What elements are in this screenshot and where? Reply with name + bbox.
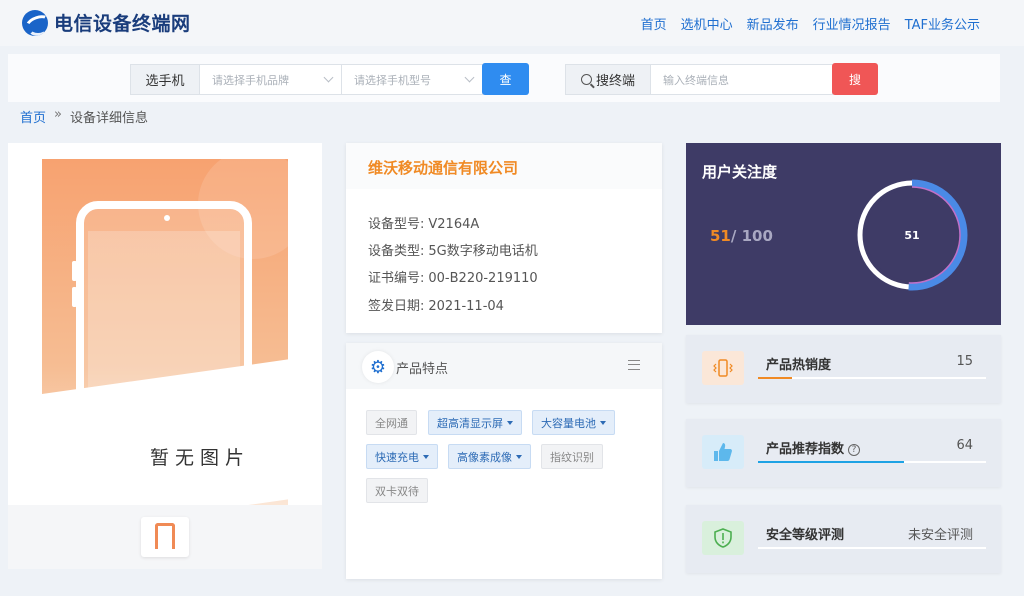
stat-value: 64	[956, 438, 973, 453]
top-header: 电信设备终端网 首页 选机中心 新品发布 行业情况报告 TAF业务公示	[0, 0, 1024, 46]
breadcrumb-current: 设备详细信息	[69, 111, 148, 126]
chevron-down-icon	[323, 72, 334, 83]
stat-label: 产品热销度	[766, 358, 832, 373]
info-key: 设备类型:	[368, 244, 425, 259]
stat-progress-track	[758, 461, 986, 463]
info-value: 2021-11-04	[428, 299, 504, 314]
nav-industry-report[interactable]: 行业情况报告	[813, 14, 891, 33]
search-strip: 选手机 请选择手机品牌 请选择手机型号 查 搜终端 输入终端信息 搜	[8, 54, 1000, 102]
nav-new-releases[interactable]: 新品发布	[747, 14, 799, 33]
feature-tag: 双卡双待	[366, 478, 428, 503]
terminal-search-input[interactable]: 输入终端信息	[650, 64, 833, 95]
main-nav: 首页 选机中心 新品发布 行业情况报告 TAF业务公示	[641, 14, 980, 33]
stat-progress-track	[758, 377, 986, 379]
feature-tag[interactable]: 大容量电池	[532, 410, 615, 435]
thumbnail-item[interactable]	[141, 517, 189, 557]
vibrating-phone-icon	[702, 351, 744, 385]
nav-home[interactable]: 首页	[641, 14, 667, 33]
feature-tag: 全网通	[366, 410, 417, 435]
stat-progress-fill	[758, 461, 904, 463]
attention-score-value: 51	[710, 227, 731, 245]
device-info-card: 维沃移动通信有限公司 设备型号: V2164A 设备类型: 5G数字移动电话机 证书…	[346, 143, 662, 333]
stat-card-security: 安全等级评测 未安全评测	[686, 505, 1001, 573]
features-header: ⚙ 产品特点	[346, 343, 662, 389]
info-row-model: 设备型号: V2164A	[368, 213, 479, 232]
info-row-date: 签发日期: 2021-11-04	[368, 295, 504, 314]
breadcrumb: 首页 » 设备详细信息	[20, 107, 148, 126]
gear-icon: ⚙	[362, 351, 394, 383]
query-button[interactable]: 查	[482, 63, 529, 95]
attention-title: 用户关注度	[702, 163, 778, 181]
info-value: V2164A	[428, 217, 480, 232]
feature-tag: 指纹识别	[541, 444, 603, 469]
stat-value: 15	[956, 354, 973, 369]
info-value: 5G数字移动电话机	[428, 244, 538, 259]
info-row-type: 设备类型: 5G数字移动电话机	[368, 240, 538, 259]
phone-camera-icon	[164, 215, 170, 221]
logo-text: 电信设备终端网	[54, 13, 191, 35]
company-name: 维沃移动通信有限公司	[346, 143, 662, 189]
ring-label: 51	[904, 228, 920, 242]
stat-label: 产品推荐指数?	[766, 438, 861, 457]
logo-mark-icon	[22, 9, 48, 36]
info-key: 签发日期:	[368, 299, 425, 314]
device-image-card: 暂无图片	[8, 143, 322, 569]
site-logo[interactable]: 电信设备终端网	[22, 9, 191, 36]
phone-label: 选手机	[130, 64, 200, 95]
feature-tag[interactable]: 高像素成像	[448, 444, 531, 469]
thumbnail-strip	[8, 505, 322, 569]
feature-tag[interactable]: 超高清显示屏	[428, 410, 522, 435]
stat-value: 未安全评测	[907, 528, 973, 543]
breadcrumb-home[interactable]: 首页	[20, 107, 46, 126]
stat-card-recommend: 产品推荐指数? 64	[686, 419, 1001, 487]
info-key: 证书编号:	[368, 271, 425, 286]
info-value: 00-B220-219110	[428, 271, 538, 286]
terminal-label: 搜终端	[565, 64, 651, 95]
nav-phone-center[interactable]: 选机中心	[681, 14, 733, 33]
info-row-certificate: 证书编号: 00-B220-219110	[368, 267, 538, 286]
stat-card-hot-sales: 产品热销度 15	[686, 335, 1001, 403]
attention-card: 用户关注度 51/ 100 51	[686, 143, 1001, 325]
caret-down-icon	[507, 420, 513, 425]
info-key: 设备型号:	[368, 217, 425, 232]
model-select-placeholder: 请选择手机型号	[354, 73, 431, 87]
attention-score: 51/ 100	[710, 227, 773, 245]
thumbnail-phone-icon	[155, 523, 175, 549]
brand-select[interactable]: 请选择手机品牌	[199, 64, 342, 95]
model-select[interactable]: 请选择手机型号	[341, 64, 483, 95]
terminal-label-text: 搜终端	[595, 74, 635, 89]
stat-progress-fill	[758, 377, 793, 379]
shield-alert-icon	[702, 521, 744, 555]
features-title: 产品特点	[396, 362, 449, 377]
thumbs-up-icon	[702, 435, 744, 469]
feature-tag[interactable]: 快速充电	[366, 444, 438, 469]
features-card: ⚙ 产品特点 全网通 超高清显示屏 大容量电池 快速充电 高像素成像 指纹识别 …	[346, 343, 662, 579]
attention-score-max: / 100	[730, 227, 773, 245]
caret-down-icon	[516, 454, 522, 459]
stat-label: 安全等级评测	[766, 528, 845, 543]
stat-progress-track	[758, 547, 986, 549]
menu-icon[interactable]	[628, 360, 640, 370]
search-icon	[580, 74, 592, 85]
terminal-input-placeholder: 输入终端信息	[663, 73, 729, 87]
brand-select-placeholder: 请选择手机品牌	[212, 73, 289, 87]
nav-taf-notice[interactable]: TAF业务公示	[905, 14, 980, 33]
help-icon[interactable]: ?	[848, 444, 861, 456]
chevron-down-icon	[464, 72, 475, 83]
search-button[interactable]: 搜	[832, 63, 878, 95]
caret-down-icon	[600, 420, 606, 425]
breadcrumb-separator: »	[54, 107, 62, 122]
no-image-text: 暂无图片	[150, 447, 251, 469]
caret-down-icon	[423, 454, 429, 459]
